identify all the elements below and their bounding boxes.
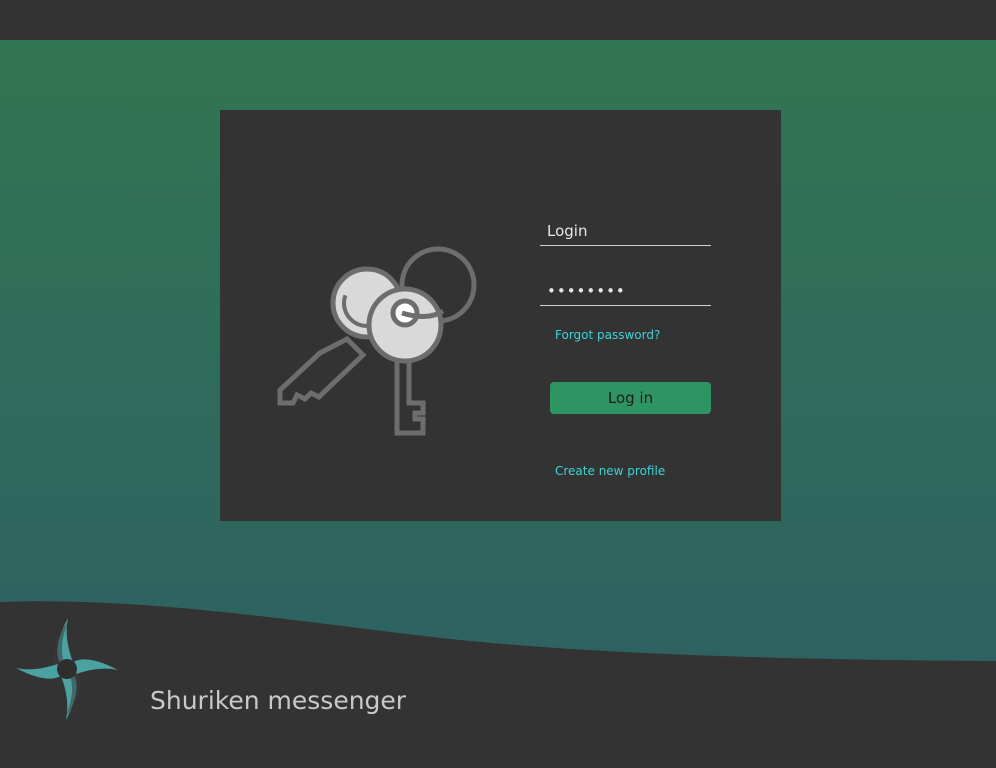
login-card: Forgot password? Log in Create new profi… [220,110,781,521]
shuriken-logo-icon [16,618,118,720]
login-field[interactable] [540,216,711,246]
create-profile-link[interactable]: Create new profile [555,464,665,478]
login-button[interactable]: Log in [550,382,711,414]
forgot-password-link[interactable]: Forgot password? [555,328,660,342]
keys-icon [277,246,477,436]
password-field[interactable] [540,276,711,306]
app-name: Shuriken messenger [150,686,407,715]
